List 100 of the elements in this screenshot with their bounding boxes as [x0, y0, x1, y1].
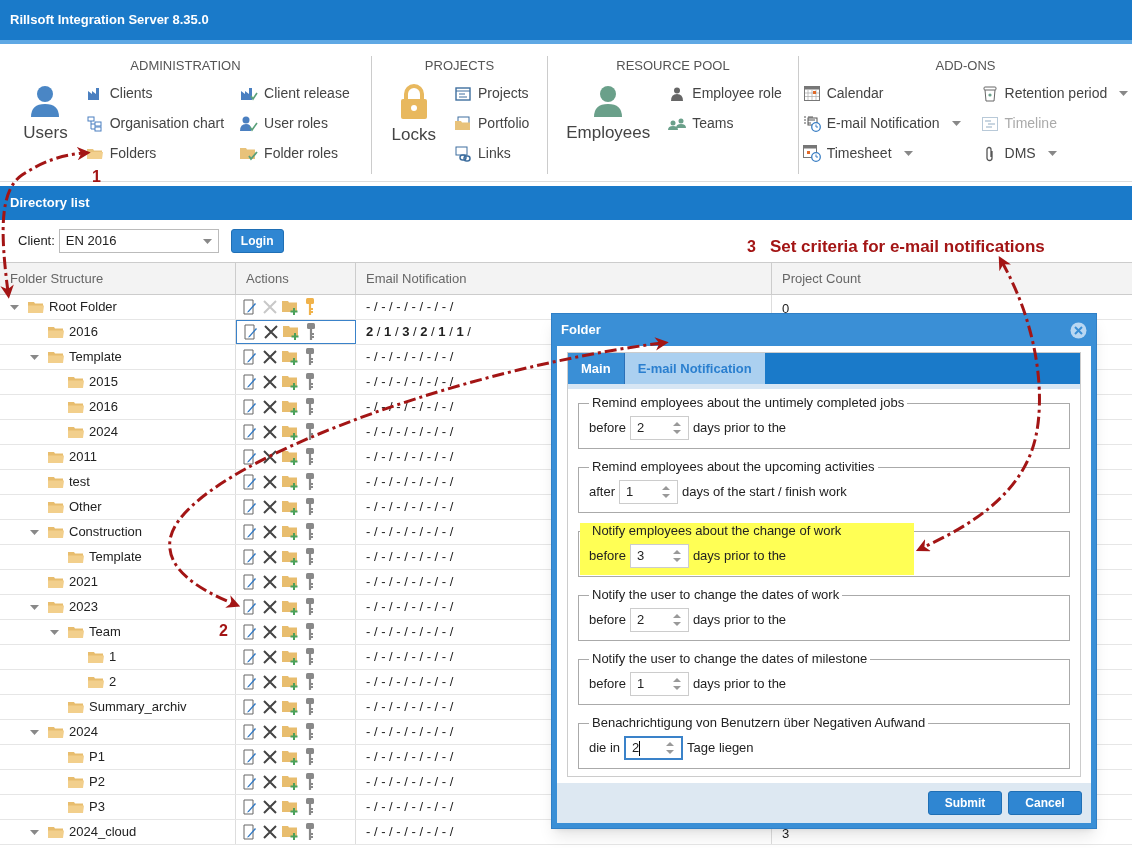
delete-icon[interactable]: [263, 650, 277, 664]
ribbon-large-button[interactable]: Locks: [389, 82, 439, 148]
number-field[interactable]: 2: [629, 608, 689, 632]
edit-icon[interactable]: [243, 574, 258, 590]
key-icon[interactable]: [305, 548, 315, 566]
add-folder-icon[interactable]: [282, 649, 300, 665]
key-icon[interactable]: [305, 423, 315, 441]
delete-icon[interactable]: [263, 700, 277, 714]
add-folder-icon[interactable]: [282, 499, 300, 515]
folder-name[interactable]: Team: [89, 622, 121, 642]
folder-name[interactable]: 2011: [69, 447, 97, 467]
ribbon-button[interactable]: E-mail Notification: [802, 112, 961, 135]
edit-icon[interactable]: [243, 624, 258, 640]
add-folder-icon[interactable]: [283, 324, 301, 340]
add-folder-icon[interactable]: [282, 574, 300, 590]
collapse-toggle-icon[interactable]: [30, 827, 39, 837]
delete-icon[interactable]: [263, 725, 277, 739]
edit-icon[interactable]: [243, 599, 258, 615]
close-icon[interactable]: [1070, 321, 1087, 339]
add-folder-icon[interactable]: [282, 349, 300, 365]
folder-name[interactable]: Template: [89, 547, 142, 567]
edit-icon[interactable]: [244, 324, 259, 340]
ribbon-button[interactable]: Folder roles: [240, 142, 350, 165]
add-folder-icon[interactable]: [282, 399, 300, 415]
edit-icon[interactable]: [243, 349, 258, 365]
ribbon-button[interactable]: Projects: [454, 82, 530, 105]
number-field[interactable]: 2: [629, 416, 689, 440]
edit-icon[interactable]: [243, 699, 258, 715]
key-icon[interactable]: [305, 698, 315, 716]
ribbon-button[interactable]: Organisation chart: [85, 112, 225, 135]
delete-icon[interactable]: [263, 400, 277, 414]
ribbon-button[interactable]: Portfolio: [454, 112, 530, 135]
spinner-arrows-icon[interactable]: [665, 741, 676, 755]
spinner-arrows-icon[interactable]: [671, 421, 682, 435]
folder-name[interactable]: 2021: [69, 572, 98, 592]
add-folder-icon[interactable]: [282, 824, 300, 840]
edit-icon[interactable]: [243, 749, 258, 765]
login-button[interactable]: Login: [230, 229, 284, 253]
folder-name[interactable]: 2015: [89, 372, 118, 392]
ribbon-button[interactable]: Employee role: [668, 82, 782, 105]
folder-name[interactable]: P1: [89, 747, 105, 767]
ribbon-button[interactable]: Folders: [85, 142, 225, 165]
delete-icon[interactable]: [263, 800, 277, 814]
key-icon[interactable]: [305, 773, 315, 791]
column-header[interactable]: Project Count: [782, 268, 861, 289]
client-dropdown[interactable]: EN 2016: [58, 229, 219, 253]
number-field[interactable]: 1: [619, 480, 678, 504]
edit-icon[interactable]: [243, 724, 258, 740]
ribbon-button[interactable]: Retention period: [980, 82, 1129, 105]
add-folder-icon[interactable]: [282, 299, 300, 315]
key-icon[interactable]: [306, 323, 316, 341]
add-folder-icon[interactable]: [282, 524, 300, 540]
add-folder-icon[interactable]: [282, 674, 300, 690]
edit-icon[interactable]: [243, 499, 258, 515]
folder-name[interactable]: 2023: [69, 597, 98, 617]
edit-icon[interactable]: [243, 524, 258, 540]
delete-icon[interactable]: [263, 525, 277, 539]
ribbon-button[interactable]: Client release: [240, 82, 350, 105]
folder-name[interactable]: test: [69, 472, 90, 492]
key-icon[interactable]: [305, 598, 315, 616]
key-icon[interactable]: [305, 673, 315, 691]
delete-icon[interactable]: [263, 825, 277, 839]
delete-icon[interactable]: [263, 375, 277, 389]
ribbon-large-button[interactable]: Users: [21, 82, 70, 146]
key-icon[interactable]: [305, 798, 315, 816]
ribbon-button[interactable]: DMS: [980, 142, 1129, 165]
spinner-arrows-icon[interactable]: [671, 677, 682, 691]
ribbon-button[interactable]: User roles: [240, 112, 350, 135]
key-icon[interactable]: [305, 623, 315, 641]
delete-icon[interactable]: [263, 675, 277, 689]
add-folder-icon[interactable]: [282, 549, 300, 565]
folder-name[interactable]: 2016: [89, 397, 118, 417]
edit-icon[interactable]: [243, 774, 258, 790]
delete-icon[interactable]: [263, 600, 277, 614]
edit-icon[interactable]: [243, 474, 258, 490]
column-header[interactable]: Actions: [246, 268, 289, 289]
key-icon[interactable]: [305, 723, 315, 741]
column-header[interactable]: Email Notification: [366, 268, 467, 289]
add-folder-icon[interactable]: [282, 374, 300, 390]
edit-icon[interactable]: [243, 674, 258, 690]
folder-name[interactable]: Root Folder: [49, 297, 117, 317]
edit-icon[interactable]: [243, 649, 258, 665]
dialog-button[interactable]: Submit: [928, 791, 1002, 815]
folder-name[interactable]: 1: [109, 647, 117, 667]
ribbon-button[interactable]: Teams: [668, 112, 782, 135]
edit-icon[interactable]: [243, 449, 258, 465]
collapse-toggle-icon[interactable]: [30, 727, 39, 737]
add-folder-icon[interactable]: [282, 624, 300, 640]
spinner-arrows-icon[interactable]: [661, 485, 671, 499]
key-icon[interactable]: [305, 348, 315, 366]
add-folder-icon[interactable]: [282, 774, 300, 790]
delete-icon[interactable]: [263, 450, 277, 464]
edit-icon[interactable]: [243, 824, 258, 840]
add-folder-icon[interactable]: [282, 449, 300, 465]
add-folder-icon[interactable]: [282, 599, 300, 615]
column-header[interactable]: Folder Structure: [10, 268, 104, 289]
ribbon-large-button[interactable]: Employees: [564, 82, 653, 146]
delete-icon[interactable]: [263, 350, 277, 364]
delete-icon[interactable]: [263, 425, 277, 439]
delete-icon[interactable]: [263, 775, 277, 789]
